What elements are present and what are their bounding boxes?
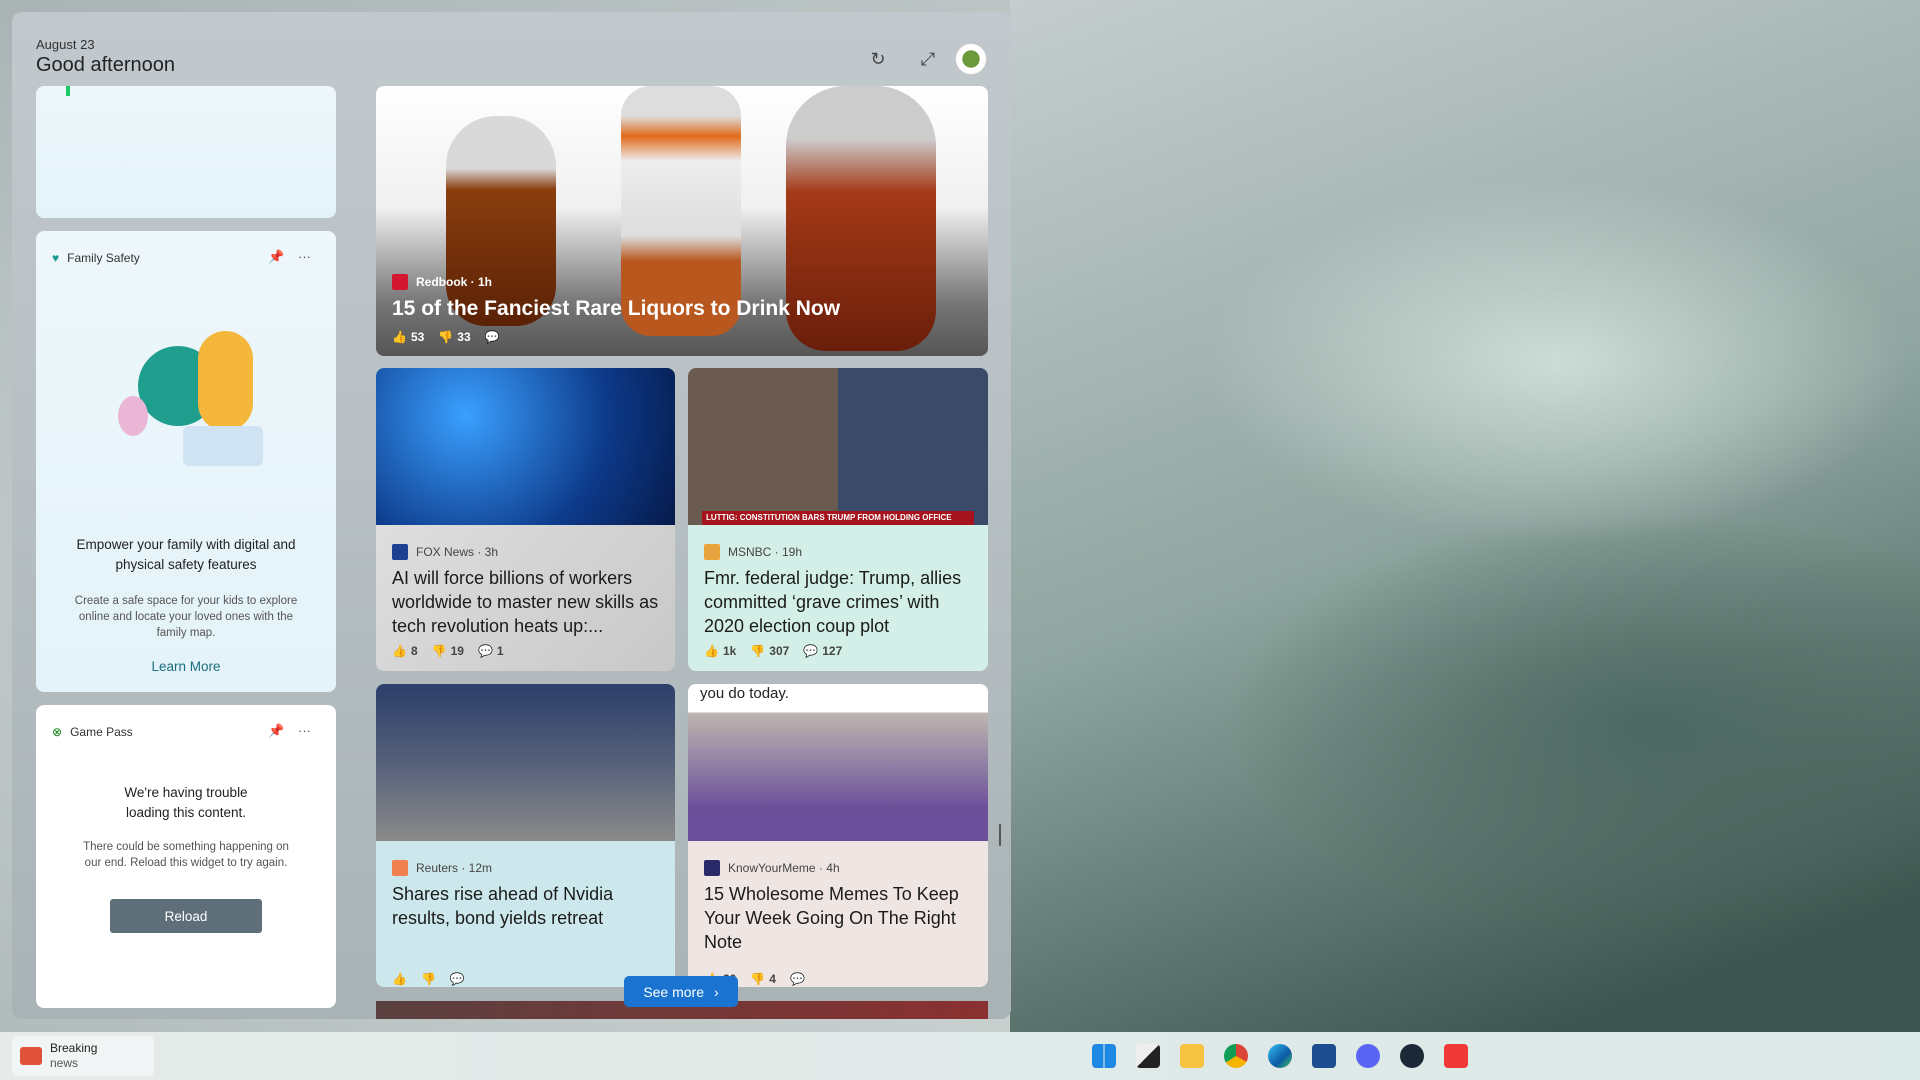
store-icon[interactable] [1312,1044,1336,1068]
dislike-button[interactable]: 👎 [421,972,436,986]
desktop-wallpaper [1010,0,1920,1032]
widget-subtitle: news [50,1056,79,1070]
news-card[interactable]: FOX News · 3h AI will force billions of … [376,368,675,671]
hero-news-card[interactable]: Redbook · 1h 15 of the Fanciest Rare Liq… [376,86,988,356]
steam-icon[interactable] [1400,1044,1424,1068]
knowyourmeme-logo [704,860,720,876]
reuters-logo [392,860,408,876]
like-button[interactable]: 👍 1k [704,644,736,658]
refresh-icon[interactable]: ↻ [867,48,889,70]
vivaldi-icon[interactable] [1444,1044,1468,1068]
dislike-button[interactable]: 👎 33 [438,330,470,344]
widgets-button[interactable]: Breaking news [12,1036,154,1076]
error-body: There could be something happening on ou… [83,841,289,869]
like-button[interactable]: 👍 8 [392,644,418,658]
news-source: FOX News · 3h [416,545,499,559]
see-more-button[interactable]: See more › [624,976,738,1007]
msnbc-logo [704,544,720,560]
image-caption: LUTTIG: CONSTITUTION BARS TRUMP FROM HOL… [702,511,974,525]
news-title[interactable]: AI will force billions of workers worldw… [392,566,661,638]
news-icon [20,1047,42,1065]
widget-title: Game Pass [70,725,133,739]
news-title[interactable]: 15 of the Fanciest Rare Liquors to Drink… [392,294,974,324]
redbook-logo [392,274,408,290]
file-explorer-icon[interactable] [1180,1044,1204,1068]
news-card[interactable]: Reuters · 12m Shares rise ahead of Nvidi… [376,684,675,987]
reload-button[interactable]: Reload [110,899,262,933]
news-source: Reuters · 12m [416,861,493,875]
image-caption: you do today. [700,685,789,702]
news-title[interactable]: Shares rise ahead of Nvidia results, bon… [392,882,661,930]
edge-icon[interactable] [1268,1044,1292,1068]
dislike-button[interactable]: 👎 307 [750,644,789,658]
chevron-right-icon: › [714,983,719,1000]
fox-news-logo [392,544,408,560]
pin-icon[interactable]: 📌 [268,249,284,265]
error-heading: We're having trouble loading this conten… [124,785,248,820]
news-image: you do today. [688,684,988,841]
comment-button[interactable]: 💬 [790,972,805,986]
widget-title: Breaking [50,1041,98,1055]
widgets-panel: August 23 Good afternoon ↻ ⤢ ♥ Family Saf… [12,12,1011,1019]
start-icon[interactable] [1092,1044,1116,1068]
date: August 23 [36,37,95,52]
news-image [376,368,675,525]
news-image [376,684,675,841]
comment-button[interactable]: 💬 127 [803,644,842,658]
family-illustration [108,326,268,471]
taskbar: Breaking news [0,1032,1920,1080]
learn-more-link[interactable]: Learn More [36,659,336,674]
scrollbar[interactable] [999,824,1001,846]
family-safety-widget: ♥ Family Safety 📌 ··· Empower your family… [36,231,336,692]
heart-icon: ♥ [52,251,60,265]
widget-heading: Empower your family with digital and phy… [76,537,296,572]
news-title[interactable]: 15 Wholesome Memes To Keep Your Week Goi… [704,882,974,954]
comment-button[interactable]: 💬 [450,972,465,986]
comment-button[interactable]: 💬 [485,330,500,344]
expand-icon[interactable]: ⤢ [917,48,939,70]
progress-indicator [66,86,70,96]
xbox-icon: ⊗ [52,725,63,739]
greeting: Good afternoon [36,54,175,76]
news-source: MSNBC · 19h [728,545,803,559]
more-icon[interactable]: ··· [298,723,311,738]
task-view-icon[interactable] [1136,1044,1160,1068]
news-source: Redbook · 1h [416,275,493,289]
news-image: LUTTIG: CONSTITUTION BARS TRUMP FROM HOL… [688,368,988,525]
news-card[interactable]: LUTTIG: CONSTITUTION BARS TRUMP FROM HOL… [688,368,988,671]
news-source: KnowYourMeme · 4h [728,861,840,875]
news-card[interactable]: you do today. KnowYourMeme · 4h 15 Whole… [688,684,988,987]
avatar[interactable] [955,43,987,75]
like-button[interactable]: 👍 [392,972,407,986]
dislike-button[interactable]: 👎 19 [432,644,464,658]
comment-button[interactable]: 💬 1 [478,644,504,658]
chrome-icon[interactable] [1224,1044,1248,1068]
discord-icon[interactable] [1356,1044,1380,1068]
like-button[interactable]: 👍 53 [392,330,424,344]
widget-body: Create a safe space for your kids to exp… [74,595,298,639]
more-icon[interactable]: ··· [298,249,311,264]
dislike-button[interactable]: 👎 4 [750,972,776,986]
news-title[interactable]: Fmr. federal judge: Trump, allies commit… [704,566,974,638]
pin-icon[interactable]: 📌 [268,723,284,739]
game-pass-widget: ⊗ Game Pass 📌 ··· We're having trouble lo… [36,705,336,1008]
widget-title: Family Safety [67,251,140,265]
top-widget [36,86,336,218]
